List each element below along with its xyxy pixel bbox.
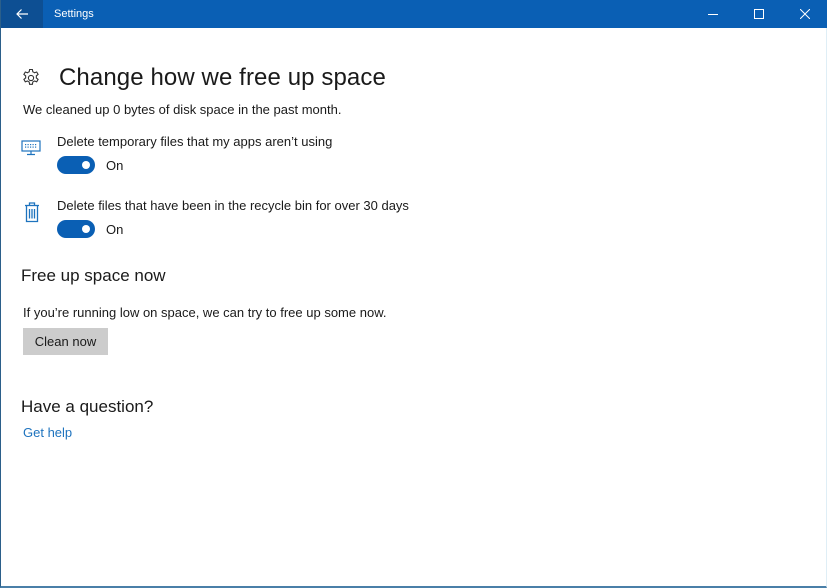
window-controls: [690, 0, 827, 28]
page-header: Change how we free up space: [21, 48, 386, 108]
toggle-knob: [82, 225, 90, 233]
title-bar: Settings: [1, 0, 827, 28]
cleanup-summary: We cleaned up 0 bytes of disk space in t…: [23, 102, 342, 117]
setting-label: Delete files that have been in the recyc…: [57, 198, 409, 213]
toggle-state: On: [106, 157, 124, 173]
free-up-description: If you’re running low on space, we can t…: [23, 305, 387, 320]
toggle-switch[interactable]: [57, 220, 95, 238]
maximize-icon: [754, 9, 764, 19]
recycle-bin-toggle[interactable]: On: [57, 220, 123, 238]
recycle-bin-icon: [24, 201, 40, 228]
close-icon: [800, 9, 810, 19]
app-title: Settings: [54, 8, 94, 20]
get-help-link[interactable]: Get help: [23, 425, 72, 440]
clean-now-button[interactable]: Clean now: [23, 328, 108, 355]
settings-content: Change how we free up space We cleaned u…: [1, 28, 826, 586]
minimize-icon: [708, 14, 718, 15]
back-button[interactable]: [1, 0, 43, 28]
minimize-button[interactable]: [690, 0, 736, 28]
gear-icon: [23, 69, 39, 85]
back-arrow-icon: [16, 9, 28, 19]
close-button[interactable]: [782, 0, 827, 28]
toggle-knob: [82, 161, 90, 169]
toggle-state: On: [106, 221, 124, 237]
maximize-button[interactable]: [736, 0, 782, 28]
page-title: Change how we free up space: [59, 64, 386, 92]
help-heading: Have a question?: [21, 397, 154, 416]
free-up-space-heading: Free up space now: [21, 266, 166, 285]
monitor-icon: [21, 140, 41, 161]
setting-label: Delete temporary files that my apps aren…: [57, 134, 333, 149]
temporary-files-toggle[interactable]: On: [57, 156, 123, 174]
toggle-switch[interactable]: [57, 156, 95, 174]
